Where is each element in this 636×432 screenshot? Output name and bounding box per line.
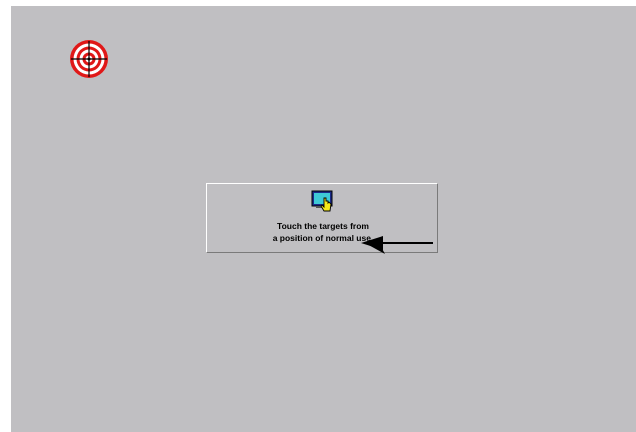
calibration-target-icon[interactable] <box>69 39 109 79</box>
instruction-line-1: Touch the targets from <box>277 221 369 231</box>
arrow-left-icon <box>361 236 436 256</box>
touch-screen-hand-icon <box>311 190 335 214</box>
calibration-screen: Touch the targets from a position of nor… <box>11 6 636 432</box>
